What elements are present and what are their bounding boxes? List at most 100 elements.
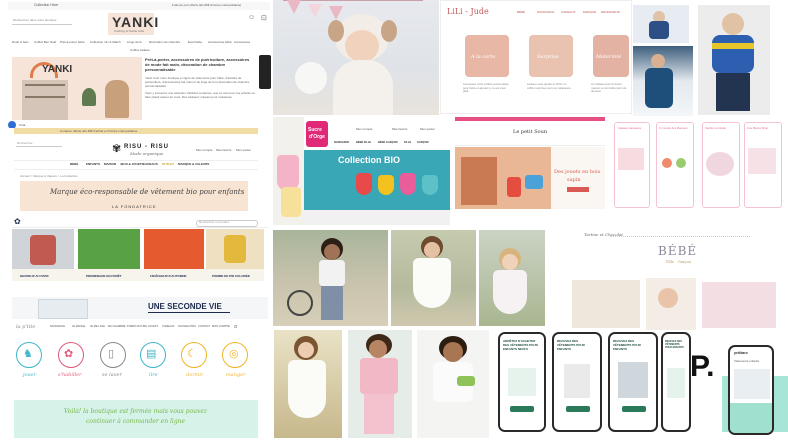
yanki-nav-item[interactable]: Dodo & bain (12, 40, 29, 44)
tartine-sub[interactable]: Fille (666, 260, 674, 264)
yanki-nav-item[interactable]: Coffret cadeau (130, 48, 150, 52)
risu-nav-item[interactable]: MAISON (104, 162, 116, 166)
lili-nav-item[interactable]: MARQUE (583, 10, 596, 14)
yanki-nav-item[interactable]: Collection mix & Match (90, 40, 121, 44)
baby-face (345, 30, 379, 62)
phone-image (618, 362, 648, 398)
sucre-link[interactable]: Mon panier (420, 127, 435, 131)
risu-link[interactable]: Mon compte (196, 148, 213, 152)
jacket-yellow-trim (712, 43, 754, 49)
elfe-nav-item[interactable]: MA CHAMBRE (108, 325, 125, 328)
risu-link[interactable]: Mes favoris (216, 148, 231, 152)
elfe-nav-item[interactable]: NOUVEAUTÉS (178, 325, 196, 328)
elfe-icon-label[interactable]: lire (149, 372, 158, 378)
phone-image (564, 364, 590, 398)
elfe-icon-label[interactable]: dormir (186, 372, 203, 378)
lili-nav-item[interactable]: CADEAUX (561, 10, 576, 14)
elfe-nav-item[interactable]: MON COMPTE (212, 325, 230, 328)
elfe-closed-line2: continuer à commander en ligne (86, 418, 186, 425)
pp-caption[interactable]: POMME DE PIN COLORÉE (212, 274, 250, 278)
yanki-nav-item[interactable]: Prêt-à-porter bébé (60, 40, 85, 44)
risu-nav-item[interactable]: OUTLET (162, 162, 174, 166)
elfe-closed-line1: Voilà! la boutique est fermée mais vous … (64, 408, 208, 415)
elfe-logo[interactable]: la p'tite (16, 324, 35, 330)
yanki-nav-item[interactable]: Coffret Ben Noël (34, 40, 56, 44)
elfe-nav-item[interactable]: CADEAUX (162, 325, 175, 328)
phone-cta[interactable] (566, 406, 590, 412)
pp-card-image[interactable] (78, 229, 140, 269)
right-phone-mockup[interactable]: petitbarn Vêtements enfants (728, 345, 774, 435)
tartine-sub[interactable]: Garçon (678, 260, 691, 264)
tartine-photo[interactable] (702, 282, 776, 328)
phone-mockup[interactable]: RECEVEZ DES VÊTEMENTS POUR ENFANTS (661, 332, 691, 432)
sucre-nav-item[interactable]: BÉBÉ GARÇON (378, 141, 397, 144)
soun-cta-button[interactable] (567, 187, 589, 192)
elfe-nav-item[interactable]: PUÉRICULTURE (127, 325, 147, 328)
right-phone-mint-panel (730, 403, 772, 433)
phone-mockup[interactable]: RECEVEZ DES VÊTEMENTS POUR ENFANTS (608, 332, 658, 432)
elfe-icon-label[interactable]: s'habiller (58, 372, 82, 378)
risu-nav-item[interactable]: MARQUE & VALEURS (178, 162, 209, 166)
risu-link[interactable]: Mon panier (236, 148, 251, 152)
risu-nav-item[interactable]: ENFANTS (86, 162, 100, 166)
sucre-nav-item[interactable]: NOUVEAUTÉS (306, 141, 324, 144)
tartine-photo[interactable] (646, 278, 696, 330)
child-face (298, 342, 314, 358)
bunting-flag (329, 6, 343, 20)
phone-mockup[interactable]: RECEVEZ DES VÊTEMENTS POUR ENFANTS (552, 332, 602, 432)
phone-cta[interactable] (510, 406, 534, 412)
phone-mockup[interactable]: ARRÊTEZ D'ACHETER DES VÊTEMENTS POUR ENF… (498, 332, 546, 432)
elfe-icon-label[interactable]: jouer (23, 372, 36, 378)
yanki-phone-widget[interactable] (259, 55, 271, 89)
risu-logo-sub: Mode organique (130, 151, 164, 156)
cart-icon[interactable]: ⊡ (261, 14, 267, 22)
elfe-nav-item[interactable]: JOUETS (148, 325, 158, 328)
pp-caption[interactable]: HEUREUX AU PARC (20, 274, 49, 278)
yanki-nav-item[interactable]: Accessoires bébé (208, 40, 232, 44)
phone-cta[interactable] (622, 406, 646, 412)
child-face (324, 244, 340, 260)
soun-logo[interactable]: Le petit Soun (513, 129, 547, 135)
risu-nav-item[interactable]: CADEAUX (143, 162, 158, 166)
pp-caption[interactable]: PROMENADE EN FORÊT (86, 274, 122, 278)
sucre-nav-item[interactable]: FILLE (404, 141, 411, 144)
tartine-photo[interactable] (572, 280, 640, 328)
risu-logo[interactable]: RISU - RISU (124, 144, 169, 150)
child-ski-photo (633, 46, 693, 116)
chat-icon[interactable] (8, 121, 16, 128)
risu-nav-item[interactable]: BÉBÉ (70, 162, 78, 166)
tartine-chocolat-website-tile: Tartine et Chocolat BÉBÉ Fille Garçon (550, 230, 786, 330)
elfe-nav-item[interactable]: CONTACT (198, 325, 210, 328)
yanki-nav-item[interactable]: Accessoires (234, 40, 250, 44)
user-icon[interactable]: ☺ (248, 14, 255, 21)
yanki-logo[interactable]: YANKI (112, 14, 159, 30)
pp-caption[interactable]: FRAÎCHEUR D'AUTOMNE (150, 274, 187, 278)
sucre-link[interactable]: Mes favoris (392, 127, 407, 131)
sucre-nav-item[interactable]: GARÇON (417, 141, 429, 144)
yanki-nav-item[interactable]: Décoration de chambre (149, 40, 180, 44)
elfe-nav-item[interactable]: JE MANGE (72, 325, 85, 328)
yanki-nav-item[interactable]: Linge de lit (127, 40, 142, 44)
lili-card-label: Maternité (596, 54, 622, 60)
sucre-link[interactable]: Mon compte (356, 127, 373, 131)
lili-logo[interactable]: LiLi - Jude (447, 7, 489, 16)
elfe-nav-item[interactable]: JE ME LAVE (90, 325, 105, 328)
pp-logo-icon[interactable]: ✿ (14, 217, 21, 226)
elfe-icon-label[interactable]: manger (226, 372, 246, 378)
risu-nav-item[interactable]: JEUX & JOUETS (120, 162, 144, 166)
lili-nav-item[interactable]: BÉBÉ (517, 10, 525, 14)
pp-card-image[interactable] (144, 229, 204, 269)
chat-label[interactable]: Chat (19, 123, 25, 127)
sucre-onesie (378, 175, 394, 195)
tartine-title: BÉBÉ (658, 244, 698, 258)
yanki-hero-text: Prêt-à-porter, accessoires de puéricultu… (145, 57, 255, 121)
elfe-nav-item[interactable]: NAISSANCE (50, 325, 65, 328)
lili-nav-item[interactable]: NAISSANCE (537, 10, 554, 14)
cart-icon[interactable]: ⊡ (234, 324, 237, 329)
sucre-nav-item[interactable]: NAISSANCE (334, 141, 349, 144)
elfe-icon-label[interactable]: se laver (102, 372, 122, 378)
yanki-nav-item[interactable]: Eveil bébé (188, 40, 202, 44)
lili-nav-item[interactable]: REVENDEUR (601, 10, 620, 14)
rocking-horse-glyph: ♞ (23, 348, 33, 360)
sucre-nav-item[interactable]: BÉBÉ FILLE (356, 141, 371, 144)
